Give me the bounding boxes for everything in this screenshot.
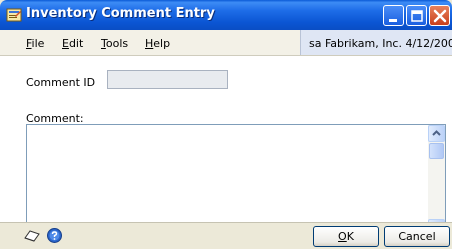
scroll-thumb[interactable]	[429, 143, 444, 159]
maximize-button[interactable]	[406, 5, 427, 26]
arrow-up-icon	[432, 130, 441, 136]
ok-button[interactable]: OK	[313, 226, 379, 247]
bottom-bar: OK Cancel	[0, 222, 452, 249]
form-content: Comment ID Comment:	[0, 56, 452, 237]
comment-id-field[interactable]	[107, 70, 228, 89]
user-info-bar: sa Fabrikam, Inc. 4/12/2007	[300, 30, 452, 55]
comment-textarea[interactable]	[26, 124, 446, 237]
title-bar[interactable]: Inventory Comment Entry	[0, 0, 452, 30]
close-icon	[433, 9, 447, 23]
help-icon[interactable]	[47, 228, 62, 243]
comment-id-label: Comment ID	[26, 76, 96, 89]
menu-edit[interactable]: Edit	[62, 37, 83, 50]
close-button[interactable]	[429, 5, 450, 26]
window-title: Inventory Comment Entry	[26, 6, 215, 21]
menu-file[interactable]: File	[26, 37, 44, 50]
minimize-button[interactable]	[383, 5, 404, 26]
scroll-up-button[interactable]	[428, 125, 445, 142]
user-company-date: sa Fabrikam, Inc. 4/12/2007	[309, 37, 452, 50]
comment-scrollbar[interactable]	[428, 125, 445, 236]
menu-help[interactable]: Help	[145, 37, 170, 50]
app-window: Inventory Comment Entry File Edit Tools …	[0, 0, 452, 249]
cancel-button[interactable]: Cancel	[384, 226, 450, 247]
menu-tools[interactable]: Tools	[101, 37, 128, 50]
note-icon[interactable]	[23, 229, 41, 243]
form-icon	[6, 8, 22, 22]
minimize-icon	[389, 19, 397, 22]
maximize-icon	[411, 10, 423, 22]
